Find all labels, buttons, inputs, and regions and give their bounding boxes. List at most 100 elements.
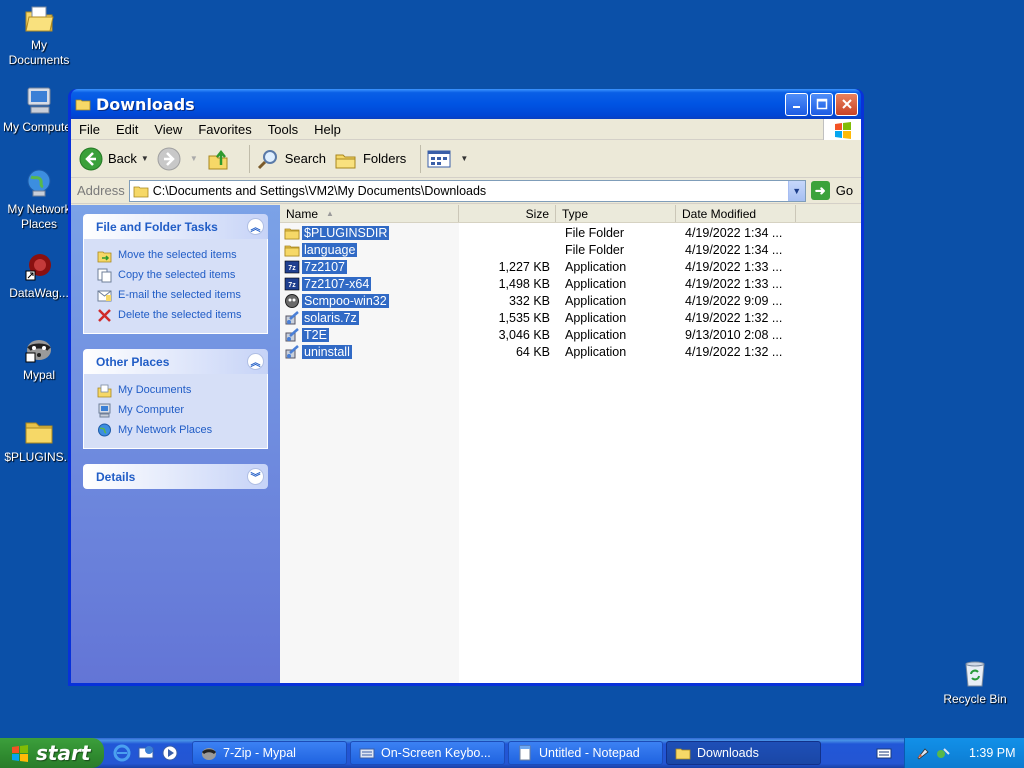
collapse-chevron-icon[interactable]: ︽ — [247, 353, 264, 370]
maximize-button[interactable] — [810, 92, 833, 116]
place-my-computer[interactable]: My Computer — [96, 400, 259, 420]
address-input[interactable]: C:\Documents and Settings\VM2\My Documen… — [128, 179, 806, 202]
internet-explorer-icon[interactable] — [112, 743, 132, 763]
file-row[interactable]: T2E 3,046 KB Application 9/13/2010 2:08 ... — [280, 326, 861, 343]
app-icon — [284, 293, 300, 309]
file-row[interactable]: 7z 7z2107-x64 1,498 KB Application 4/19/2022… — [280, 275, 861, 292]
folder-icon — [133, 186, 149, 197]
menu-help[interactable]: Help — [306, 122, 349, 137]
rocket-icon[interactable] — [915, 745, 931, 761]
column-header-size[interactable]: Size — [459, 205, 556, 222]
installer-icon — [284, 344, 300, 360]
go-label: Go — [835, 183, 854, 198]
desktop-icon-plugins[interactable]: $PLUGINS... — [0, 414, 78, 465]
my-documents-icon — [22, 2, 56, 36]
place-my-documents[interactable]: My Documents — [96, 380, 259, 400]
file-size: 1,498 KB — [498, 276, 550, 291]
details-header[interactable]: Details ︾ — [83, 464, 268, 489]
file-size: 1,227 KB — [498, 259, 550, 274]
task-notepad[interactable]: Untitled - Notepad — [508, 741, 663, 765]
go-button[interactable]: ➜ Go — [810, 181, 854, 200]
task-on-screen-keyboard[interactable]: On-Screen Keybo... — [350, 741, 505, 765]
network-status-icon[interactable] — [935, 745, 951, 761]
file-name: T2E — [302, 327, 329, 342]
expand-chevron-icon[interactable]: ︾ — [247, 468, 264, 485]
desktop-icon-my-computer[interactable]: My Computer — [0, 84, 78, 135]
file-list-view[interactable]: Name ▲ Size Type Date Modified $PLUGINSD… — [280, 205, 861, 683]
task-7zip-mypal[interactable]: 7-Zip - Mypal — [192, 741, 347, 765]
file-row[interactable]: $PLUGINSDIR File Folder 4/19/2022 1:34 ... — [280, 224, 861, 241]
menu-tools[interactable]: Tools — [260, 122, 306, 137]
column-header-date-modified[interactable]: Date Modified — [676, 205, 796, 222]
keyboard-indicator-icon[interactable] — [876, 745, 892, 761]
views-icon — [427, 150, 451, 167]
search-button[interactable]: Search — [256, 147, 326, 171]
file-row[interactable]: uninstall 64 KB Application 4/19/2022 1:32 … — [280, 343, 861, 360]
up-folder-icon — [208, 149, 228, 169]
address-label: Address — [77, 183, 125, 198]
desktop-icon-label: $PLUGINS... — [4, 450, 74, 464]
menu-file[interactable]: File — [71, 122, 108, 137]
menu-view[interactable]: View — [146, 122, 190, 137]
svg-text:7z: 7z — [288, 265, 296, 272]
task-email-selected[interactable]: E-mail the selected items — [96, 285, 259, 305]
desktop-icon-label: My Computer — [2, 120, 76, 134]
minimize-button[interactable] — [785, 92, 808, 116]
file-folder-tasks-header[interactable]: File and Folder Tasks ︽ — [83, 214, 268, 239]
file-type: Application — [565, 327, 627, 342]
clock[interactable]: 1:39 PM — [969, 746, 1016, 760]
desktop-icon-mypal[interactable]: Mypal — [0, 332, 78, 383]
file-row[interactable]: solaris.7z 1,535 KB Application 4/19/2022 1… — [280, 309, 861, 326]
details-panel: Details ︾ — [83, 464, 268, 489]
window-title: Downloads — [96, 94, 195, 114]
collapse-chevron-icon[interactable]: ︽ — [247, 218, 264, 235]
file-row[interactable]: language File Folder 4/19/2022 1:34 ... — [280, 241, 861, 258]
windows-logo-icon — [12, 745, 28, 762]
search-icon — [257, 149, 277, 169]
chevron-down-icon[interactable]: ▼ — [460, 154, 468, 163]
task-downloads[interactable]: Downloads — [666, 741, 821, 765]
place-my-network-places[interactable]: My Network Places — [96, 420, 259, 440]
7zip-icon: 7z — [284, 259, 300, 275]
file-name: 7z2107-x64 — [302, 276, 372, 291]
file-date-modified: 4/19/2022 1:34 ... — [685, 225, 783, 240]
forward-button[interactable]: ▼ — [157, 147, 198, 171]
other-places-header[interactable]: Other Places ︽ — [83, 349, 268, 374]
outlook-express-icon[interactable] — [136, 743, 156, 763]
file-row[interactable]: 7z 7z2107 1,227 KB Application 4/19/2022 1:3… — [280, 258, 861, 275]
media-player-icon[interactable] — [160, 743, 180, 763]
chevron-down-icon[interactable]: ▼ — [190, 154, 198, 163]
back-button[interactable]: Back ▼ — [79, 147, 149, 171]
title-bar[interactable]: Downloads — [71, 89, 861, 119]
desktop-icon-my-documents[interactable]: My Documents — [0, 2, 78, 68]
folder-icon — [22, 414, 56, 448]
file-size: 3,046 KB — [498, 327, 550, 342]
task-delete-selected[interactable]: Delete the selected items — [96, 305, 259, 325]
file-rows: $PLUGINSDIR File Folder 4/19/2022 1:34 ...… — [280, 223, 861, 360]
folders-label: Folders — [362, 151, 407, 166]
column-header-type[interactable]: Type — [556, 205, 676, 222]
file-row[interactable]: Scmpoo-win32 332 KB Application 4/19/2022 9… — [280, 292, 861, 309]
up-folder-button[interactable] — [206, 147, 235, 171]
toolbar-separator — [248, 144, 250, 173]
desktop-icon-my-network-places[interactable]: My Network Places — [0, 166, 78, 232]
file-size: 64 KB — [515, 344, 550, 359]
menu-favorites[interactable]: Favorites — [190, 122, 259, 137]
close-icon — [841, 99, 852, 109]
desktop-icon-datawag[interactable]: DataWag... — [0, 250, 78, 301]
installer-icon — [284, 310, 300, 326]
close-button[interactable] — [835, 92, 858, 116]
desktop-icon-recycle-bin[interactable]: Recycle Bin — [936, 656, 1014, 707]
task-move-selected[interactable]: Move the selected items — [96, 245, 259, 265]
chevron-down-icon[interactable]: ▼ — [787, 180, 805, 201]
start-label: start — [36, 741, 91, 765]
views-button[interactable]: ▼ — [427, 149, 468, 169]
chevron-down-icon[interactable]: ▼ — [141, 154, 149, 163]
task-copy-selected[interactable]: Copy the selected items — [96, 265, 259, 285]
folders-button[interactable]: Folders — [334, 147, 406, 171]
menu-edit[interactable]: Edit — [108, 122, 146, 137]
file-date-modified: 9/13/2010 2:08 ... — [685, 327, 783, 342]
start-button[interactable]: start — [0, 738, 104, 768]
column-header-name[interactable]: Name ▲ — [280, 205, 459, 222]
content-area: File and Folder Tasks ︽ Move the selecte… — [71, 205, 861, 683]
